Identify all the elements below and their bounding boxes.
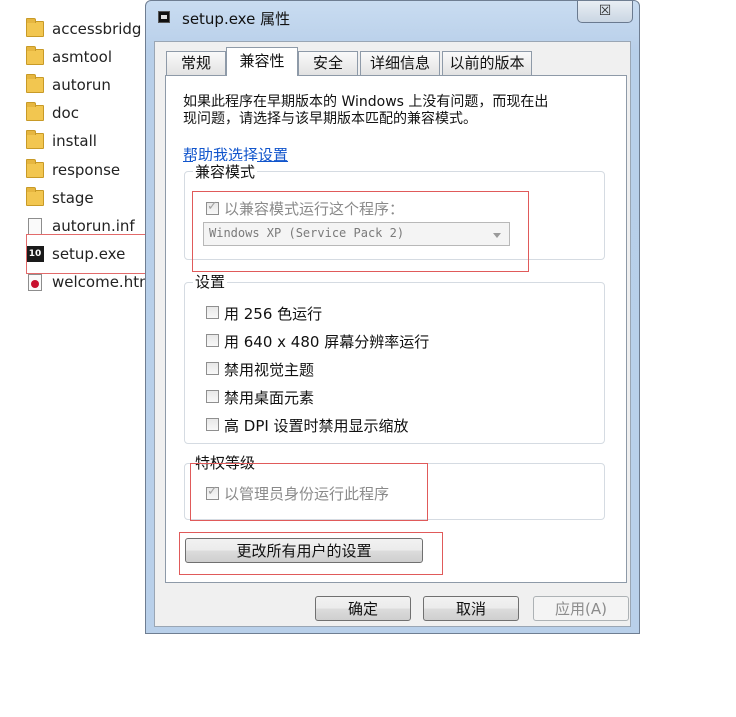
run-as-admin-label: 以管理员身份运行此程序 [224,485,390,503]
tab-details[interactable]: 详细信息 [360,51,440,75]
folder-icon [26,18,44,37]
run-as-admin-checkbox[interactable] [206,484,219,500]
intro-text-line2: 现问题，请选择与该早期版本匹配的兼容模式。 [183,111,477,127]
file-name: doc [52,104,79,122]
close-button[interactable]: ☒ [577,1,633,23]
explorer-file-list: accessbridg asmtool autorun doc install … [22,12,154,634]
setup-exe-highlight-box [26,234,150,274]
cancel-button[interactable]: 取消 [423,596,519,621]
chevron-down-icon [493,233,501,238]
tab-previous-versions[interactable]: 以前的版本 [442,51,532,75]
window-icon [158,11,170,23]
disable-desktop-composition-label: 禁用桌面元素 [224,389,315,407]
tab-general[interactable]: 常规 [166,51,226,75]
privilege-level-group-label: 特权等级 [193,452,258,473]
file-name: accessbridg [52,20,142,38]
disable-visual-themes-label: 禁用视觉主题 [224,361,315,379]
html-file-icon [28,273,42,291]
run-256-colors-checkbox[interactable] [206,306,219,319]
disable-dpi-scaling-label: 高 DPI 设置时禁用显示缩放 [224,417,409,435]
tab-compatibility[interactable]: 兼容性 [226,47,298,76]
folder-icon [26,102,44,121]
dialog-title: setup.exe 属性 [182,10,291,28]
disable-visual-themes-checkbox[interactable] [206,362,219,375]
file-name: response [52,161,121,179]
close-icon: ☒ [598,3,612,19]
os-version-value: Windows XP (Service Pack 2) [209,226,405,240]
file-name: autorun [52,76,111,94]
apply-button[interactable]: 应用(A) [533,596,629,621]
file-name: install [52,132,97,150]
ok-button[interactable]: 确定 [315,596,411,621]
settings-file-icon [28,217,42,235]
disable-dpi-scaling-checkbox[interactable] [206,418,219,431]
compat-mode-checkbox-label: 以兼容模式运行这个程序： [224,200,405,218]
folder-icon [26,130,44,149]
settings-group-label: 设置 [193,271,228,292]
tab-security[interactable]: 安全 [298,51,358,75]
folder-icon [26,187,44,206]
title-bar[interactable]: setup.exe 属性 ☒ [146,1,639,31]
file-name: stage [52,189,94,207]
run-640x480-label: 用 640 x 480 屏幕分辨率运行 [224,333,430,351]
folder-icon [26,159,44,178]
folder-icon [26,46,44,65]
file-name: autorun.inf [52,217,135,235]
run-256-colors-label: 用 256 色运行 [224,305,323,323]
os-version-select[interactable]: Windows XP (Service Pack 2) [203,222,510,246]
change-all-users-button[interactable]: 更改所有用户的设置 [185,538,423,563]
disable-desktop-composition-checkbox[interactable] [206,390,219,403]
compat-mode-group-label: 兼容模式 [193,161,258,182]
folder-icon [26,74,44,93]
run-640x480-checkbox[interactable] [206,334,219,347]
compat-mode-checkbox[interactable] [206,199,219,215]
file-name: welcome.htm [52,273,154,291]
file-name: asmtool [52,48,113,66]
